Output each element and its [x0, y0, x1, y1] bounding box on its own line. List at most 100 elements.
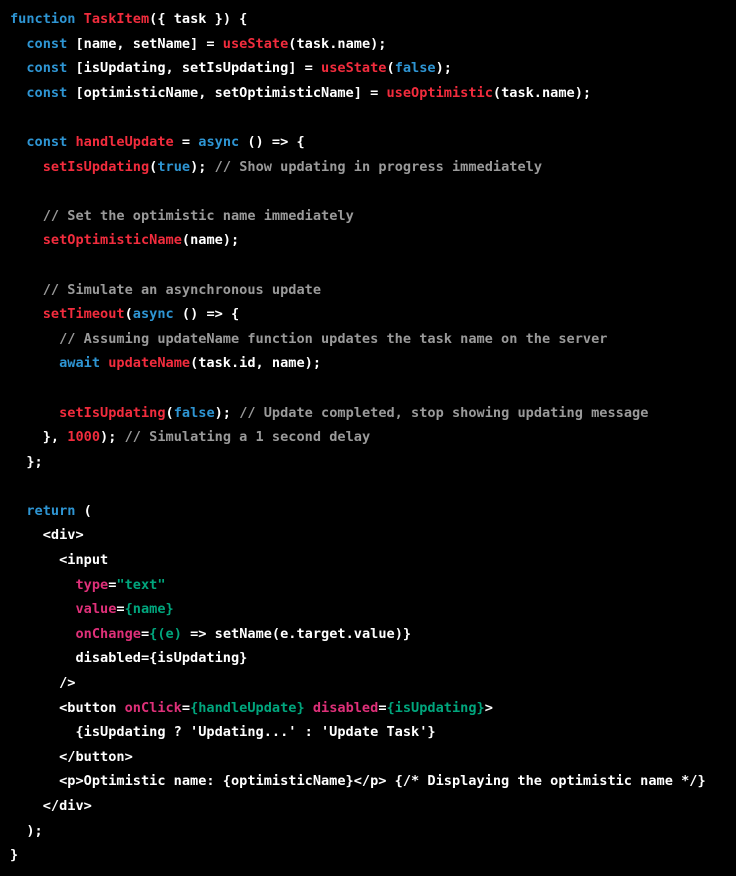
code-token-plain: > — [484, 699, 493, 716]
code-token-plain: }; — [10, 453, 43, 470]
code-token-function: setTimeout — [42, 306, 125, 323]
code-token-function: useState — [222, 35, 289, 52]
code-token-plain: () => { — [239, 133, 305, 150]
code-token-keyword: true — [157, 158, 191, 175]
code-line: type="text" — [10, 573, 736, 598]
code-token-plain: <button — [10, 699, 125, 716]
code-token-plain: </button> — [10, 748, 133, 765]
code-token-keyword: const — [26, 84, 68, 101]
code-token-keyword: async — [132, 306, 174, 323]
code-token-keyword: false — [394, 60, 436, 77]
code-line: {isUpdating ? 'Updating...' : 'Update Ta… — [10, 720, 736, 745]
code-token-plain: ( — [165, 404, 174, 421]
code-token-plain: ); — [214, 404, 240, 421]
code-token-plain: (name); — [181, 232, 240, 249]
code-line: </button> — [10, 745, 736, 770]
code-token-keyword: const — [26, 133, 68, 150]
code-token-plain: [isUpdating, setIsUpdating] = — [67, 60, 322, 77]
code-line: <p>Optimistic name: {optimisticName}</p>… — [10, 769, 736, 794]
code-token-function: 1000 — [67, 429, 101, 446]
code-line: return ( — [10, 499, 736, 524]
code-token-comment: // Assuming updateName function updates … — [59, 330, 608, 347]
code-token-plain: ); — [190, 158, 215, 175]
code-token-plain: ( — [386, 60, 395, 77]
code-line: }, 1000); // Simulating a 1 second delay — [10, 425, 736, 450]
code-line: setIsUpdating(false); // Update complete… — [10, 401, 736, 426]
code-token-plain: [name, setName] = — [67, 35, 223, 52]
code-token-function: setIsUpdating — [42, 158, 150, 175]
code-token-function: useState — [321, 60, 387, 77]
code-viewer: function TaskItem({ task }) { const [nam… — [0, 0, 736, 876]
code-token-plain: = — [378, 699, 387, 716]
code-token-function: updateName — [108, 355, 191, 372]
code-line: disabled={isUpdating} — [10, 646, 736, 671]
code-token-plain: ); — [435, 60, 452, 77]
code-line: <div> — [10, 523, 736, 548]
code-line: // Simulate an asynchronous update — [10, 278, 736, 303]
code-line: setTimeout(async () => { — [10, 302, 736, 327]
code-token-plain: = — [116, 601, 125, 618]
code-token-function: handleUpdate — [75, 133, 174, 150]
code-token-plain: </div> — [10, 798, 92, 814]
code-token-plain: = — [173, 133, 199, 150]
code-token-keyword: return — [26, 502, 76, 519]
code-token-attr: type — [75, 576, 109, 593]
code-token-plain: () => { — [173, 306, 240, 323]
code-token-plain: ); — [10, 822, 43, 839]
code-token-string: {(e) — [149, 625, 182, 642]
code-line: function TaskItem({ task }) { — [10, 7, 736, 32]
code-token-attr: onChange — [75, 625, 141, 642]
code-line: } — [10, 843, 736, 868]
code-line: setOptimisticName(name); — [10, 228, 736, 253]
code-token-plain: disabled={isUpdating} — [10, 650, 248, 667]
code-token-string: {handleUpdate} — [190, 699, 305, 716]
code-token-comment: // Show updating in progress immediately — [214, 158, 543, 175]
code-token-plain: {isUpdating ? 'Updating...' : 'Update Ta… — [10, 724, 436, 741]
code-token-plain: (task.id, name); — [190, 355, 322, 372]
code-token-plain: ); — [100, 429, 125, 446]
code-token-plain: ( — [124, 306, 133, 323]
code-line: }; — [10, 450, 736, 475]
code-token-plain: => setName(e.target.value)} — [181, 625, 412, 642]
code-block[interactable]: function TaskItem({ task }) { const [nam… — [0, 0, 736, 868]
code-line: ); — [10, 819, 736, 844]
code-token-string: "text" — [116, 576, 166, 593]
code-line: await updateName(task.id, name); — [10, 351, 736, 376]
code-token-plain: ({ task }) { — [149, 11, 248, 27]
code-token-comment: // Simulate an asynchronous update — [42, 281, 322, 298]
code-token-keyword: false — [173, 404, 215, 421]
code-line: value={name} — [10, 597, 736, 622]
code-token-plain: ( — [75, 502, 92, 519]
code-token-plain: /> — [10, 675, 76, 692]
code-token-attr: value — [75, 601, 117, 618]
code-token-plain: <div> — [10, 527, 84, 544]
code-token-plain: = — [181, 699, 191, 716]
code-token-function: setOptimisticName — [42, 232, 182, 249]
code-token-plain: (task.name); — [288, 35, 387, 52]
code-token-attr: onClick — [124, 699, 182, 716]
code-line: <button onClick={handleUpdate} disabled=… — [10, 696, 736, 721]
code-token-string: {isUpdating} — [386, 699, 485, 716]
code-line: const [name, setName] = useState(task.na… — [10, 32, 736, 57]
code-token-plain: <p>Optimistic name: {optimisticName}</p>… — [10, 773, 706, 790]
code-line: const [optimisticName, setOptimisticName… — [10, 81, 736, 106]
code-token-plain: } — [10, 847, 19, 864]
code-line: setIsUpdating(true); // Show updating in… — [10, 155, 736, 180]
